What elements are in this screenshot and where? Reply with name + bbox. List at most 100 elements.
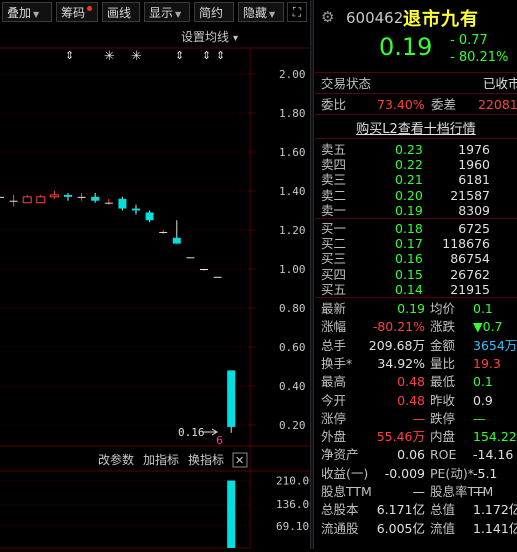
overlay-label: 叠加 [7,6,32,20]
stats-row: 净资产 0.06 ROE -14.16 [315,446,517,463]
candle[interactable] [91,192,100,203]
stat-label: 昨收 [430,392,456,408]
stat-value: 0.06 [397,447,425,463]
order-book-row[interactable]: 买五 0.14 21915 [315,281,517,298]
simple-button[interactable]: 简约 [194,2,234,22]
close-icon: ✕ [235,454,244,467]
order-book-row[interactable]: 卖一 0.19 8309 [315,202,517,219]
stat-value: -0.009 [384,465,425,481]
candle[interactable] [9,194,18,207]
candle[interactable] [213,276,222,278]
stat-value: 0.19 [397,301,425,316]
stat-value: 6.171亿 [376,502,425,518]
event-marker[interactable]: ⇕ [216,49,225,62]
stats-row: 涨幅 -80.21% 涨跌 ▼0.7 [315,318,517,335]
stat-label: 总手 [321,337,347,353]
stats-row: 总手 209.68万 金额 3654万 [315,337,517,354]
chevron-down-icon: ▼ [269,10,276,19]
stats-row: 流通股 6.005亿 流值 1.141亿 [315,520,517,537]
candle[interactable] [77,192,86,201]
hide-button[interactable]: 隐藏 ▼ [238,2,284,22]
divider [315,114,517,115]
candle[interactable] [36,194,46,204]
weibi-label: 委比 [321,97,347,112]
event-marker[interactable]: ✳ [104,49,115,64]
candle[interactable] [132,204,140,215]
trade-status-label: 交易状态 [321,76,372,91]
stats-row: 换手* 34.92% 量比 19.3 [315,355,517,372]
stat-label: ROE [430,447,457,463]
level-volume: 8309 [458,202,490,218]
stat-label: 流值 [430,520,456,536]
price-axis-tick: 1.60 [279,146,306,159]
price-change: - 0.77 [450,33,488,48]
panel-divider[interactable] [310,0,314,549]
weicha-label: 委差 [431,97,457,112]
volume-series [227,480,236,548]
candle[interactable] [64,192,72,201]
volume-axis-tick: 69.10 [276,520,309,533]
event-marker[interactable]: ⇕ [175,49,184,62]
stat-value: 55.46万 [376,429,425,445]
candle[interactable] [186,257,195,259]
buy-l2-link[interactable]: 购买L2查看十档行情 [315,118,517,137]
candle[interactable] [49,191,59,199]
stock-name: 退市九有 [403,9,479,30]
divider [315,218,517,219]
price-axis-tick: 1.00 [279,263,306,276]
stat-value: 154.22万 [473,429,517,445]
stat-label: 最高 [321,374,347,390]
event-markers: ⇕ ✳ ✳ ⇕ ⇕ ⇕ [65,49,225,64]
stats-row: 股息TTM — 股息率TTM — [315,483,517,500]
chip-button[interactable]: 筹码 [56,2,98,22]
chart-toolbar: 叠加 ▼ 筹码 画线 显示 ▼ 简约 隐藏 ▼ ⛶ [0,0,310,26]
stats-row: 收益(一) -0.009 PE(动)* -5.1 [315,465,517,482]
ma-setting-link[interactable]: 设置均线 [181,30,229,44]
stat-label: PE(动)* [430,465,474,481]
candle[interactable] [159,230,168,234]
volume-bar[interactable] [227,480,236,548]
display-label: 显示 [149,6,174,20]
candle[interactable] [227,370,236,433]
event-marker[interactable]: ✳ [131,49,142,64]
draw-line-button[interactable]: 画线 [102,2,140,22]
stat-label: 涨停 [321,410,347,426]
stat-value: -5.1 [473,465,498,481]
fullscreen-button[interactable]: ⛶ [287,2,307,22]
stat-label: 跌停 [430,410,456,426]
price-axis-tick: 0.20 [279,419,306,432]
trade-status-row: 交易状态 已收市 [315,75,517,92]
overlay-button[interactable]: 叠加 ▼ [2,2,52,22]
candle[interactable] [118,196,127,211]
stat-value: 0.1 [473,374,493,390]
price-axis-tick: 1.20 [279,224,306,237]
price-axis-tick: 1.80 [279,107,306,120]
candle[interactable] [22,194,32,204]
switch-indicator-button[interactable]: 换指标 [188,452,224,467]
stats-row: 涨停 — 跌停 — [315,410,517,427]
stat-label: 最低 [430,374,456,390]
stats-row: 最新 0.19 均价 0.1 [315,300,517,317]
gear-icon[interactable]: ⚙ [321,8,334,26]
price-change-pct: - 80.21% [450,50,509,65]
stat-value: 0.1 [473,301,493,316]
change-param-button[interactable]: 改参数 [98,452,134,467]
candle[interactable] [200,269,208,271]
stat-value: — [473,484,486,499]
candle[interactable] [145,210,154,223]
event-marker[interactable]: ⇕ [65,49,74,62]
quote-panel: ⚙ 600462 退市九有 0.19 - 0.77 - 80.21% 交易状态 … [315,0,517,549]
stats-row: 最高 0.48 最低 0.1 [315,373,517,390]
add-indicator-button[interactable]: 加指标 [143,452,179,467]
candle[interactable] [104,198,113,205]
stat-label: 今开 [321,392,347,408]
event-marker[interactable]: ⇕ [202,49,211,62]
stat-label: 均价 [430,301,456,316]
last-price: 0.19 [379,33,433,61]
candle[interactable] [172,220,181,244]
kline-chart[interactable]: 设置均线 ▾ ⇕ ✳ ✳ ⇕ ⇕ ⇕ 2.00 1.80 1.60 1.40 1.20 1… [0,26,316,549]
candle[interactable] [0,196,4,198]
stat-label: 总值 [430,502,456,518]
display-button[interactable]: 显示 ▼ [144,2,190,22]
simple-label: 简约 [199,6,224,20]
